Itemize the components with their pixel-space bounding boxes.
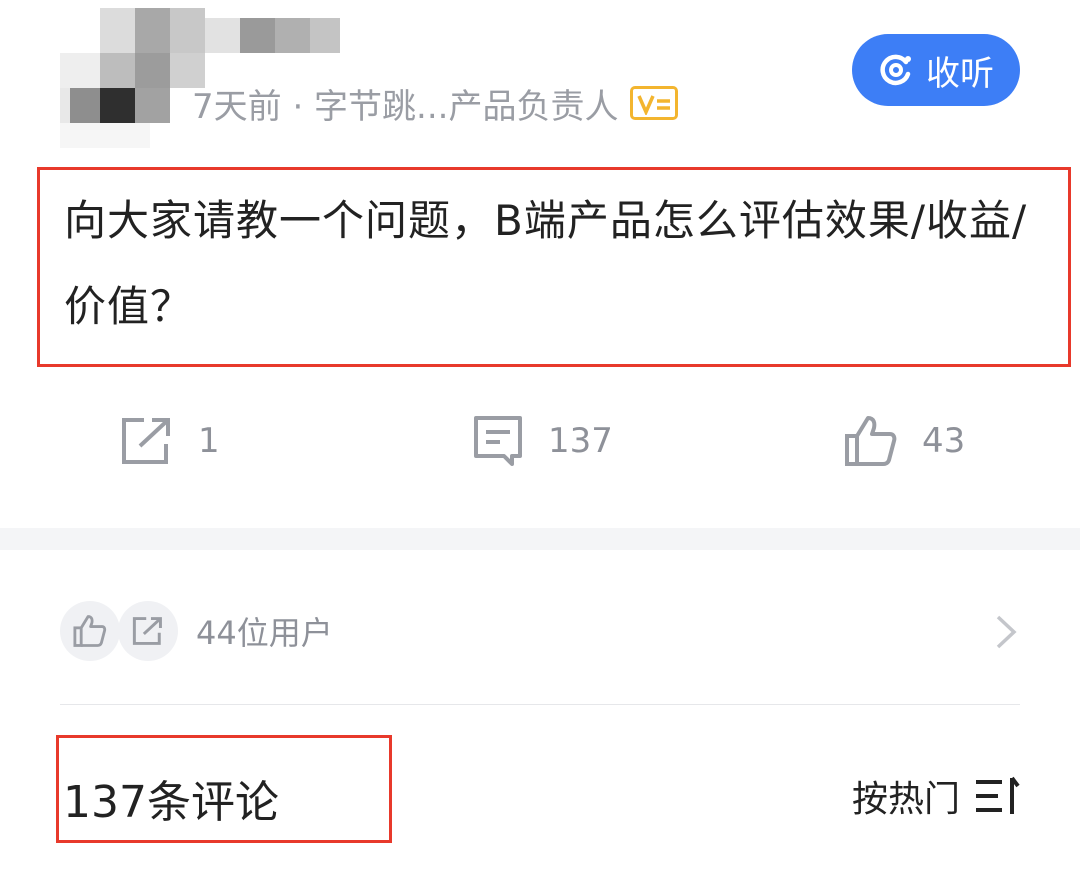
listen-button[interactable]: 收听 xyxy=(852,34,1020,106)
thumbs-up-icon xyxy=(845,416,897,466)
share-icon xyxy=(122,418,170,464)
action-bar: 1 137 43 xyxy=(0,410,1080,480)
post-meta: 7天前 · 字节跳...产品负责人 xyxy=(192,78,679,128)
likers-count: 44位用户 xyxy=(196,614,333,652)
post-meta-text: 7天前 · 字节跳...产品负责人 xyxy=(192,86,619,127)
question-text: 向大家请教一个问题，B端产品怎么评估效果/收益/价值？ xyxy=(64,196,1028,331)
thumbs-up-icon xyxy=(73,615,107,647)
sort-button[interactable]: 按热门 xyxy=(852,770,1022,822)
share-avatar-circle xyxy=(118,601,178,661)
separator-line xyxy=(60,704,1020,705)
listen-label: 收听 xyxy=(926,53,994,94)
like-avatar-circle xyxy=(60,601,120,661)
share-button[interactable]: 1 xyxy=(120,416,220,466)
v-badge-icon xyxy=(630,86,679,120)
share-count: 1 xyxy=(198,421,220,461)
share-icon xyxy=(132,617,162,645)
likers-row[interactable]: 44位用户 xyxy=(60,600,1020,662)
headphone-ring-icon xyxy=(880,54,911,86)
comment-count: 137 xyxy=(548,421,613,461)
comment-button[interactable]: 137 xyxy=(472,414,613,468)
chevron-right-icon xyxy=(996,615,1017,649)
like-button[interactable]: 43 xyxy=(844,414,965,468)
comments-title: 137条评论 xyxy=(63,777,279,828)
section-divider xyxy=(0,528,1080,550)
like-count: 43 xyxy=(922,421,966,461)
sort-icon xyxy=(976,776,1020,814)
comment-icon xyxy=(474,416,522,466)
sort-label: 按热门 xyxy=(851,779,960,820)
comments-highlight: 137条评论 xyxy=(56,735,392,843)
question-highlight: 向大家请教一个问题，B端产品怎么评估效果/收益/价值？ xyxy=(37,167,1071,367)
